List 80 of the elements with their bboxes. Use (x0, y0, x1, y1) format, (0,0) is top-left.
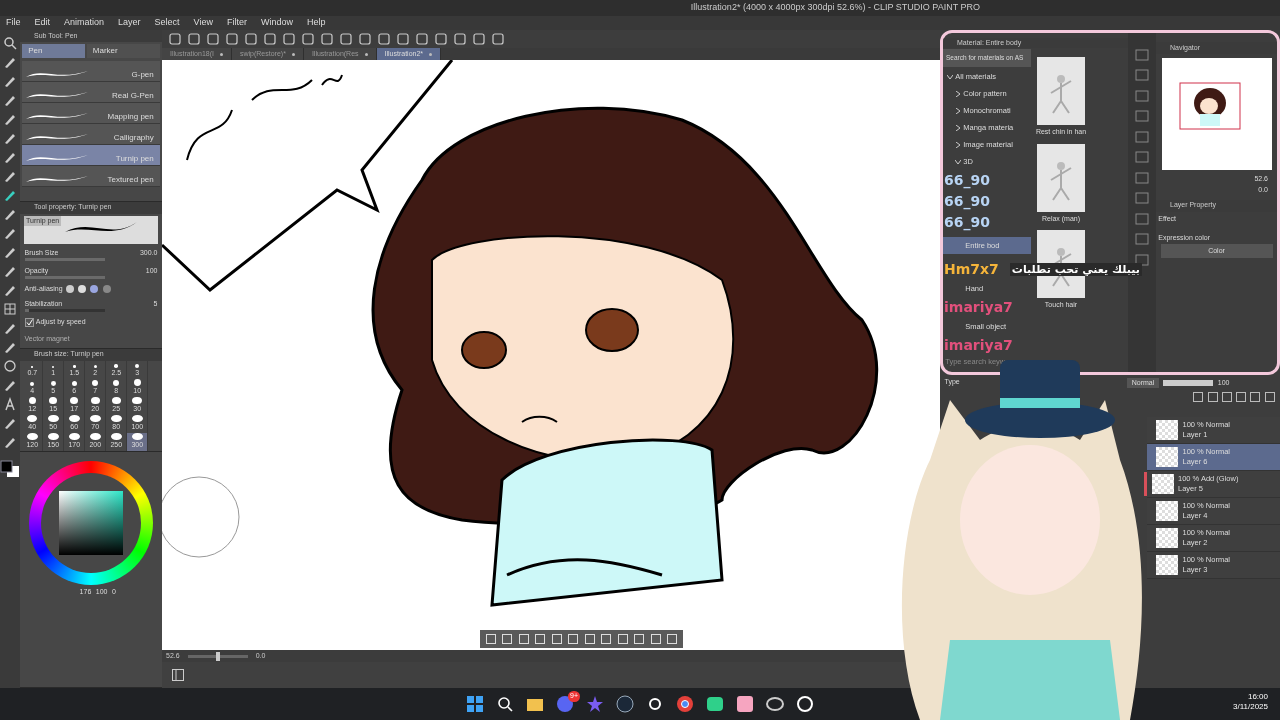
color-swatch-icon[interactable] (0, 460, 20, 478)
tool-icon[interactable] (649, 633, 662, 645)
brush-item[interactable]: Mapping pen (22, 102, 160, 124)
layer-thumbnail (1156, 447, 1178, 467)
slider-thumb[interactable] (215, 651, 220, 661)
layer-thumbnail (1156, 420, 1178, 440)
slider-track[interactable] (187, 654, 248, 658)
layer-thumbnail (1156, 555, 1178, 575)
tool-icon[interactable] (550, 633, 563, 645)
star-icon[interactable] (586, 695, 604, 713)
chat-username: imariya7 (943, 337, 1014, 354)
opacity-slider[interactable] (1163, 380, 1214, 386)
menu-item[interactable]: View (193, 16, 213, 30)
browser-icon[interactable] (676, 695, 694, 713)
menu-item[interactable]: Edit (34, 16, 51, 30)
brush-cursor-icon (162, 476, 240, 558)
dot-icon[interactable] (101, 284, 112, 294)
menu-item[interactable]: Window (260, 16, 293, 30)
menu-item[interactable]: Select (154, 16, 180, 30)
tool-icon[interactable] (600, 633, 612, 645)
chat-bubble-icon[interactable] (706, 695, 724, 713)
menu-item[interactable]: Help (306, 16, 326, 30)
menu-item[interactable]: Animation (64, 16, 105, 30)
text-icon[interactable] (3, 397, 17, 411)
dot-icon[interactable] (89, 284, 100, 294)
pen-icon[interactable] (3, 188, 17, 202)
clock-time: 16:00 (1246, 692, 1268, 703)
dot-icon[interactable] (77, 284, 88, 294)
slider-track[interactable] (24, 258, 105, 262)
menu-item[interactable]: Layer (118, 16, 141, 30)
layer-thumbnail (1151, 474, 1174, 494)
pen-icon[interactable] (3, 112, 17, 126)
tool-icon[interactable] (517, 633, 530, 645)
chat-username: imariya7 (943, 299, 1014, 316)
menu-item[interactable]: File (6, 16, 21, 30)
caret-icon[interactable] (955, 141, 961, 148)
tool-group-tab[interactable]: Marker (86, 44, 160, 59)
layer-tool-icon[interactable] (1220, 391, 1233, 403)
brush-item[interactable]: Textured pen (22, 165, 160, 187)
tool-icon[interactable] (484, 633, 497, 645)
caret-icon[interactable] (955, 124, 961, 131)
layer-tool-icon[interactable] (1249, 391, 1262, 403)
layer-tool-icon[interactable] (1206, 391, 1219, 403)
grid-icon[interactable] (3, 302, 17, 316)
pen-icon[interactable] (3, 169, 17, 183)
dot-icon[interactable] (64, 284, 75, 294)
caret-icon[interactable] (955, 107, 961, 114)
layer-thumbnail (1156, 528, 1178, 548)
panel-icon[interactable] (171, 668, 185, 682)
floating-toolbar[interactable] (480, 630, 683, 648)
pose-figure-thumbnail[interactable] (1037, 143, 1085, 212)
tool-icon[interactable] (583, 633, 596, 645)
circle-icon[interactable] (3, 359, 17, 373)
tool-icon[interactable] (567, 633, 579, 645)
tool-icon[interactable] (616, 633, 629, 645)
layer-tool-icon[interactable] (1235, 391, 1247, 403)
pose-figure-thumbnail[interactable] (1037, 57, 1085, 125)
tool-icon[interactable] (666, 633, 678, 645)
tool-icon[interactable] (501, 633, 513, 645)
search-icon[interactable] (496, 695, 514, 713)
caret-icon[interactable] (955, 90, 961, 97)
chat-message: بيبلك يعني تحب تطلبات (1009, 263, 1142, 277)
brush-item[interactable]: Calligraphy (22, 123, 160, 145)
clock-date: 3/11/2025 (1233, 702, 1268, 713)
checkbox[interactable] (24, 317, 34, 327)
caret-icon[interactable] (947, 73, 953, 80)
caret-icon[interactable] (955, 158, 961, 165)
chat-username: 66_90 (943, 172, 991, 189)
tool-icon[interactable] (633, 633, 645, 645)
brush-item[interactable]: G-pen (22, 60, 160, 82)
window-title: Illustration2* (4000 x 4000px 300dpi 52.6%) - CLIP STUDIO PAINT PRO (690, 1, 980, 15)
slider-track[interactable] (24, 276, 105, 280)
menu-item[interactable]: Filter (226, 16, 247, 30)
brush-item[interactable]: Real G-Pen (22, 81, 160, 103)
layer-tool-icon[interactable] (1192, 391, 1205, 403)
layer-thumbnail (1156, 501, 1178, 521)
layer-tool-icon[interactable] (1263, 391, 1276, 403)
magnifier-icon[interactable] (3, 36, 17, 50)
tool-icon[interactable] (534, 633, 546, 645)
windows-logo-icon[interactable] (466, 695, 484, 713)
